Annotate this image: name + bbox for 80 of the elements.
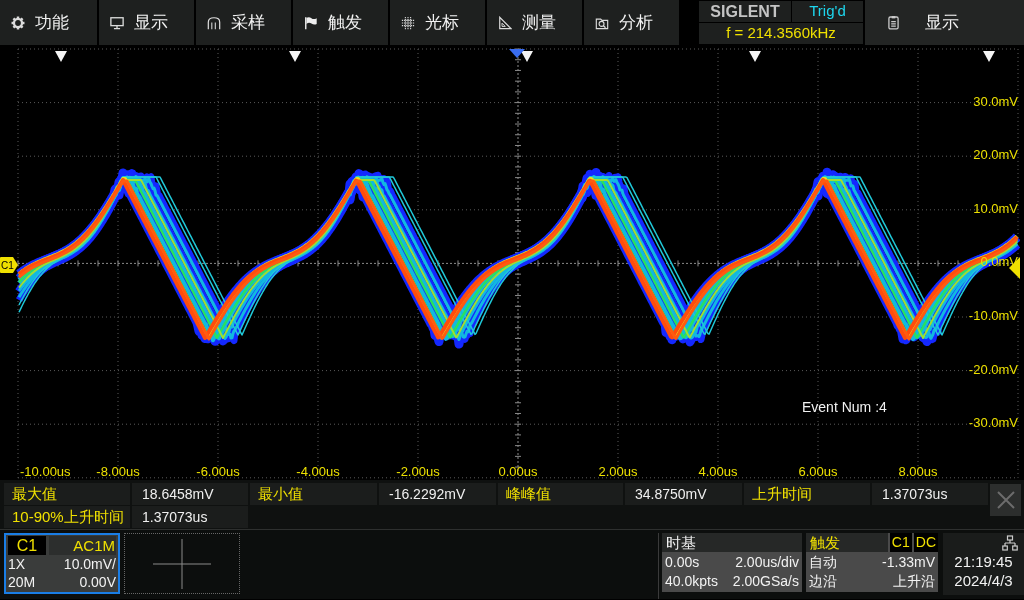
time-axis-label: -6.00us [196, 464, 240, 479]
gear-icon [11, 15, 25, 30]
voltage-axis-label: -10.0mV [968, 308, 1018, 323]
channel-panel[interactable]: C1 AC1M 1X 10.0mV/ 20M 0.00V [4, 533, 120, 594]
time-axis-label: 2.00us [598, 464, 638, 479]
flag-icon [304, 15, 318, 30]
clock-time: 21:19:45 [954, 552, 1013, 571]
frequency-readout: f = 214.3560kHz [699, 23, 863, 44]
triangle-marker-icon [521, 51, 533, 62]
voltage-axis-label: -30.0mV [968, 415, 1018, 431]
close-icon [995, 490, 1016, 510]
measurement-label: 10-90%上升时间 [4, 506, 130, 528]
measurement-value: 18.6458mV [132, 483, 248, 505]
trigger-source: C1 [889, 533, 912, 552]
voltage-axis-label: 10.0mV [973, 200, 1018, 216]
add-channel-button[interactable] [124, 533, 240, 594]
plus-icon [153, 538, 211, 589]
timebase-panel[interactable]: 时基 0.00s 2.00us/div 40.0kpts 2.00GSa/s [662, 533, 802, 592]
measurement-value: -16.2292mV [379, 483, 496, 505]
trigger-type: 边沿 [809, 572, 837, 591]
time-axis-label: -4.00us [296, 464, 340, 479]
trigger-position-icon[interactable] [509, 49, 525, 58]
menu-button[interactable]: 功能 [0, 0, 97, 45]
clock-date: 2024/4/3 [954, 571, 1013, 590]
trigger-coupling: DC [913, 533, 938, 552]
triangle-marker-icon [749, 51, 761, 62]
measurement-label: 最小值 [250, 483, 377, 505]
arch-icon [207, 15, 221, 30]
coupling-label: AC1M [49, 536, 116, 555]
channel-name: C1 [8, 536, 46, 555]
time-axis-label: 4.00us [698, 464, 738, 479]
monitor-icon [110, 15, 124, 30]
panel-title: 触发 [806, 533, 888, 552]
horizontal-delay: 0.00s [665, 553, 700, 572]
time-axis-label: 8.00us [898, 464, 938, 479]
sample-rate: 2.00GSa/s [732, 572, 799, 591]
menu-button[interactable]: 采样 [196, 0, 291, 45]
bandwidth-limit: 20M [8, 573, 36, 591]
menu-button[interactable]: 触发 [293, 0, 388, 45]
magnifier-icon [595, 15, 609, 30]
menu-button[interactable]: 光标 [390, 0, 485, 45]
voltage-axis-label: 30.0mV [973, 93, 1018, 109]
measurement-value: 1.37073us [872, 483, 988, 505]
voltage-axis-label: -20.0mV [968, 361, 1018, 377]
vertical-scale: 10.0mV/ [63, 555, 116, 573]
close-button[interactable] [990, 484, 1021, 516]
menu-button[interactable]: 显示 [99, 0, 194, 45]
time-axis-label: -2.00us [396, 464, 440, 479]
trigger-slope: 上升沿 [893, 572, 935, 591]
trigger-mode: 自动 [809, 553, 837, 572]
measurement-value: 34.8750mV [625, 483, 742, 505]
time-scale: 2.00us/div [735, 553, 799, 572]
time-axis-label: -10.00us [20, 464, 71, 479]
menu-button[interactable]: 分析 [584, 0, 679, 45]
hash-icon [401, 15, 415, 30]
measurement-label: 上升时间 [744, 483, 870, 505]
network-icon [1002, 535, 1018, 551]
trigger-level: -1.33mV [882, 553, 935, 572]
triangle-marker-icon [55, 51, 67, 62]
probe-ratio: 1X [8, 555, 26, 573]
time-axis-label: 6.00us [798, 464, 838, 479]
brand-logo: SIGLENT [699, 1, 791, 22]
triangle-marker-icon [983, 51, 995, 62]
measurement-value: 1.37073us [132, 506, 248, 528]
voltage-axis-label: 20.0mV [973, 147, 1018, 163]
measurement-label: 最大值 [4, 483, 130, 505]
trigger-panel[interactable]: 触发 C1 DC 自动 -1.33mV 边沿 上升沿 [806, 533, 938, 592]
menu-button[interactable]: 测量 [487, 0, 582, 45]
panel-title: 时基 [662, 533, 802, 552]
display-button[interactable]: 显示 [865, 0, 1024, 45]
memory-depth: 40.0kpts [665, 572, 718, 591]
time-axis-label: -8.00us [96, 464, 140, 479]
triangle-marker-icon [289, 51, 301, 62]
vertical-offset: 0.00V [79, 573, 116, 591]
time-axis-label: 0.00us [498, 464, 538, 479]
event-count-text: Event Num :4 [802, 399, 887, 415]
channel-marker[interactable]: C1 [0, 257, 18, 273]
trigger-status: Trig'd [792, 1, 863, 22]
clipboard-icon [888, 15, 899, 30]
measurement-label: 峰峰值 [498, 483, 623, 505]
